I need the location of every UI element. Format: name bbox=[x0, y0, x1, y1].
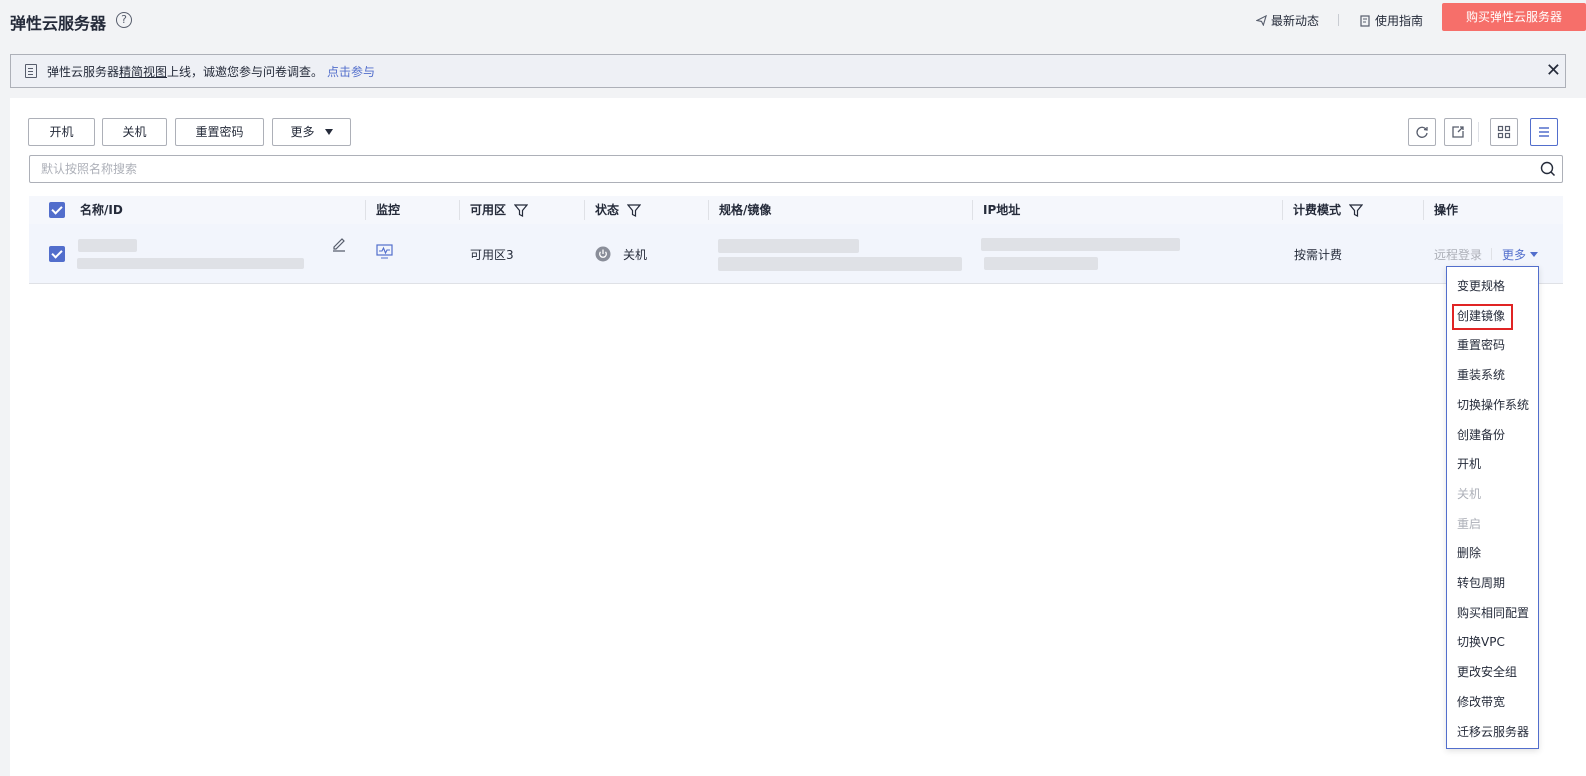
dropdown-item: 重启 bbox=[1457, 516, 1482, 531]
export-icon bbox=[1452, 126, 1464, 138]
table-header: 名称/ID 监控 可用区 状态 规格/镜像 IP地址 计费模式 操作 bbox=[29, 196, 1563, 224]
divider bbox=[1478, 122, 1479, 142]
send-icon bbox=[1256, 15, 1267, 26]
column-header-spec-label: 规格/镜像 bbox=[719, 203, 772, 217]
redacted-image bbox=[718, 257, 962, 271]
column-header-ip: IP地址 bbox=[983, 196, 1020, 224]
search-icon[interactable] bbox=[1540, 161, 1556, 177]
refresh-icon bbox=[1416, 126, 1428, 138]
column-header-spec: 规格/镜像 bbox=[719, 196, 771, 224]
status-cell: 关机 bbox=[595, 224, 647, 284]
edit-icon[interactable] bbox=[331, 236, 347, 252]
simplified-view-link[interactable]: 精简视图 bbox=[119, 63, 167, 80]
dropdown-item[interactable]: 切换VPC bbox=[1457, 632, 1505, 652]
dropdown-item[interactable]: 更改安全组 bbox=[1457, 662, 1517, 682]
dropdown-item[interactable]: 创建备份 bbox=[1457, 425, 1505, 445]
dropdown-item[interactable]: 转包周期 bbox=[1457, 573, 1505, 593]
top-bar: 弹性云服务器 ? 最新动态 使用指南 购买弹性云服务器 bbox=[0, 0, 1586, 42]
dropdown-item: 关机 bbox=[1457, 486, 1482, 501]
dropdown-item[interactable]: 购买相同配置 bbox=[1457, 603, 1529, 623]
notice-bar: 弹性云服务器 精简视图 上线，诚邀您参与问卷调查。 点击参与 ✕ bbox=[10, 54, 1566, 88]
dropdown-item[interactable]: 变更规格 bbox=[1457, 276, 1505, 296]
zone-cell: 可用区3 bbox=[470, 247, 514, 262]
close-icon[interactable]: ✕ bbox=[1546, 61, 1561, 81]
status-label: 关机 bbox=[623, 247, 648, 262]
column-divider bbox=[708, 200, 709, 220]
notice-text-before: 弹性云服务器 bbox=[47, 64, 120, 79]
search-box bbox=[29, 155, 1563, 183]
more-actions-label: 更多 bbox=[290, 125, 315, 139]
more-actions-button[interactable]: 更多 bbox=[272, 118, 351, 146]
dropdown-item[interactable]: 重置密码 bbox=[1457, 335, 1505, 355]
column-header-monitor: 监控 bbox=[376, 196, 400, 224]
filter-icon[interactable] bbox=[1349, 203, 1364, 217]
column-header-status: 状态 bbox=[595, 196, 642, 224]
clipboard-icon bbox=[25, 64, 37, 78]
help-icon[interactable]: ? bbox=[116, 12, 132, 28]
column-header-name-label: 名称/ID bbox=[80, 203, 123, 217]
column-header-name: 名称/ID bbox=[80, 196, 123, 224]
dropdown-item[interactable]: 开机 bbox=[1457, 454, 1481, 474]
dropdown-item[interactable]: 删除 bbox=[1457, 543, 1481, 563]
buy-ecs-button[interactable]: 购买弹性云服务器 bbox=[1442, 3, 1586, 31]
notice-text-after: 上线，诚邀您参与问卷调查。 bbox=[167, 64, 324, 79]
column-header-ip-label: IP地址 bbox=[983, 203, 1021, 217]
caret-down-icon bbox=[1530, 251, 1539, 257]
list-view-button[interactable] bbox=[1530, 118, 1558, 146]
column-header-zone-label: 可用区 bbox=[470, 203, 507, 217]
filter-icon[interactable] bbox=[627, 203, 642, 217]
column-header-zone: 可用区 bbox=[470, 196, 529, 224]
list-view-icon bbox=[1539, 127, 1549, 137]
dropdown-item[interactable]: 重装系统 bbox=[1457, 365, 1505, 385]
column-header-billing-label: 计费模式 bbox=[1293, 203, 1342, 217]
column-header-monitor-label: 监控 bbox=[376, 203, 401, 217]
refresh-button[interactable] bbox=[1408, 118, 1436, 146]
dropdown-item[interactable]: 创建镜像 bbox=[1457, 306, 1505, 326]
select-all-checkbox[interactable] bbox=[49, 202, 65, 218]
page-title: 弹性云服务器 bbox=[10, 14, 107, 33]
column-divider bbox=[584, 200, 585, 220]
guide-icon bbox=[1360, 14, 1370, 27]
redacted-spec bbox=[718, 239, 859, 253]
grid-view-button[interactable] bbox=[1490, 118, 1518, 146]
caret-down-icon bbox=[324, 129, 333, 135]
column-header-ops-label: 操作 bbox=[1434, 203, 1459, 217]
reset-password-button[interactable]: 重置密码 bbox=[175, 118, 264, 146]
dropdown-item[interactable]: 修改带宽 bbox=[1457, 692, 1505, 712]
column-header-billing: 计费模式 bbox=[1293, 196, 1364, 224]
billing-cell: 按需计费 bbox=[1294, 247, 1343, 262]
column-divider bbox=[1423, 200, 1424, 220]
start-button[interactable]: 开机 bbox=[28, 118, 95, 146]
power-off-icon bbox=[595, 246, 611, 262]
row-checkbox[interactable] bbox=[49, 246, 65, 262]
column-divider bbox=[459, 200, 460, 220]
monitor-icon[interactable] bbox=[376, 244, 393, 259]
redacted-name bbox=[78, 239, 137, 252]
divider bbox=[1338, 14, 1339, 26]
export-button[interactable] bbox=[1444, 118, 1472, 146]
latest-news-label: 最新动态 bbox=[1271, 14, 1320, 28]
divider bbox=[1491, 248, 1492, 260]
redacted-ip-primary bbox=[981, 238, 1180, 251]
more-dropdown-menu: 变更规格创建镜像重置密码重装系统切换操作系统 创建备份开机关机重启删除转包周期购买… bbox=[1446, 266, 1539, 749]
column-divider bbox=[1282, 200, 1283, 220]
dropdown-item[interactable]: 迁移云服务器 bbox=[1457, 722, 1529, 742]
column-divider bbox=[972, 200, 973, 220]
redacted-id bbox=[77, 258, 304, 269]
column-divider bbox=[365, 200, 366, 220]
redacted-ip-secondary bbox=[984, 257, 1098, 270]
user-guide-link[interactable]: 使用指南 bbox=[1360, 12, 1423, 29]
column-header-status-label: 状态 bbox=[595, 203, 620, 217]
stop-button[interactable]: 关机 bbox=[102, 118, 167, 146]
filter-icon[interactable] bbox=[514, 203, 529, 217]
table-row: 可用区3 关机 按需计费 远程登录 更多 bbox=[29, 224, 1563, 284]
column-header-ops: 操作 bbox=[1434, 196, 1458, 224]
user-guide-label: 使用指南 bbox=[1375, 14, 1424, 28]
row-more-label: 更多 bbox=[1502, 247, 1527, 262]
latest-news-link[interactable]: 最新动态 bbox=[1256, 12, 1319, 29]
search-input[interactable] bbox=[30, 156, 1520, 182]
participate-link[interactable]: 点击参与 bbox=[327, 63, 375, 80]
dropdown-item[interactable]: 切换操作系统 bbox=[1457, 395, 1529, 415]
grid-view-icon bbox=[1497, 125, 1511, 139]
